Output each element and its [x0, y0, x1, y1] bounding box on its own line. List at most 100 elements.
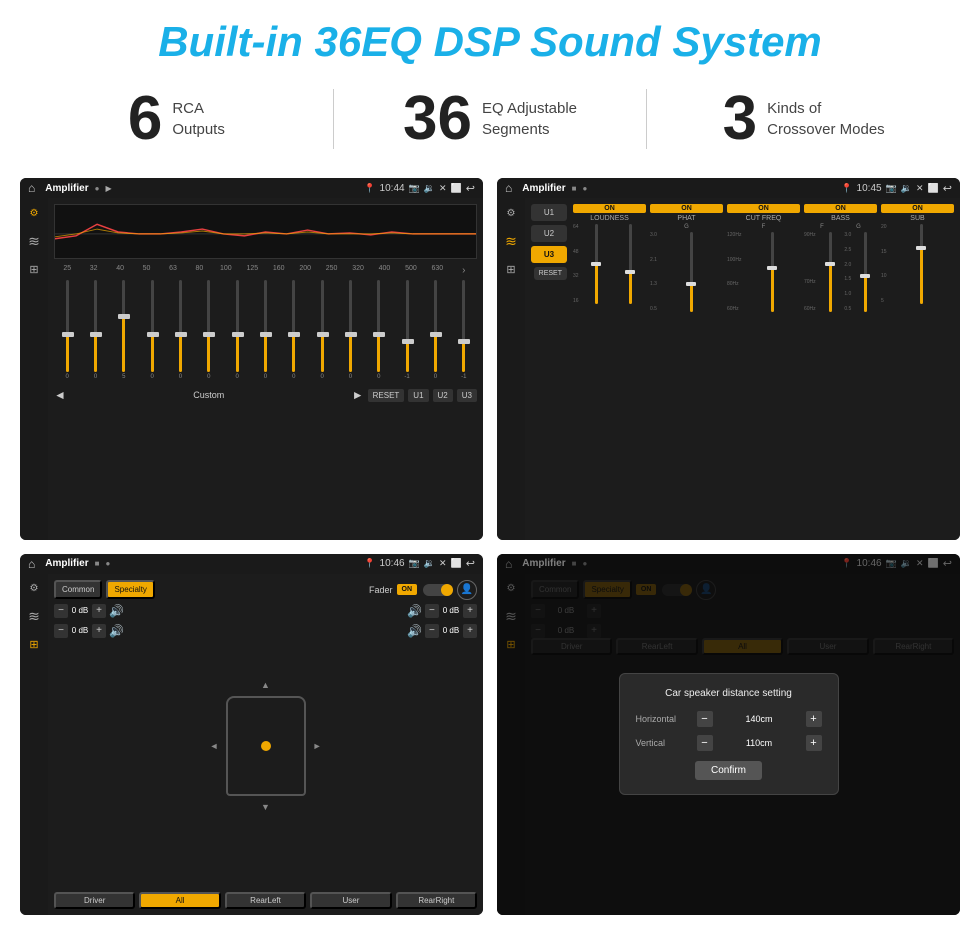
- eq-chevron[interactable]: ›: [451, 265, 477, 276]
- amp-toggle-sub[interactable]: ON: [881, 204, 954, 213]
- fader-home-icon[interactable]: ⌂: [28, 557, 35, 571]
- amp-slider-bass-1[interactable]: [819, 232, 842, 312]
- eq-close-icon[interactable]: ✕: [439, 183, 447, 194]
- fader-arrow-down[interactable]: ▼: [261, 802, 270, 812]
- eq-slider-8[interactable]: 0: [281, 280, 307, 380]
- fader-arrow-up[interactable]: ▲: [261, 680, 270, 690]
- vol-fl-plus[interactable]: +: [92, 604, 106, 618]
- eq-slider-14[interactable]: -1: [451, 280, 477, 380]
- vol-rr-plus[interactable]: +: [463, 624, 477, 638]
- eq-slider-11[interactable]: 0: [366, 280, 392, 380]
- amp-toggle-cutfreq[interactable]: ON: [727, 204, 800, 213]
- amp-slider-loudness-2[interactable]: [615, 224, 646, 304]
- eq-slider-7[interactable]: 0: [252, 280, 278, 380]
- amp-slider-bass-2[interactable]: [854, 232, 877, 312]
- eq-screen-icon[interactable]: ⬜: [451, 183, 462, 194]
- screen-eq: ⌂ Amplifier ● ▶ 📍 10:44 📷 🔉 ✕ ⬜ ↩ ⚙ ≋: [20, 178, 483, 540]
- amp-slider-phat[interactable]: [660, 232, 723, 312]
- fader-sidebar-wave[interactable]: ≋: [25, 608, 43, 626]
- eq-u1-btn[interactable]: U1: [408, 389, 428, 402]
- eq-slider-6[interactable]: 0: [224, 280, 250, 380]
- speaker-dialog-vertical-val: 110cm: [719, 738, 800, 748]
- fader-arrow-left[interactable]: ◄: [210, 741, 219, 751]
- fader-toggle[interactable]: ON: [397, 584, 418, 595]
- eq-reset-btn[interactable]: RESET: [368, 389, 405, 402]
- amp-toggle-bass[interactable]: ON: [804, 204, 877, 213]
- fader-btn-all[interactable]: All: [139, 892, 220, 909]
- amp-reset-btn[interactable]: RESET: [534, 267, 567, 280]
- amp-preset-u3[interactable]: U3: [531, 246, 567, 263]
- eq-slider-0[interactable]: 0: [54, 280, 80, 380]
- vol-fr-minus[interactable]: −: [425, 604, 439, 618]
- eq-sidebar-speaker[interactable]: ⊞: [25, 260, 43, 278]
- feature-item-eq: 36 EQ Adjustable Segments: [334, 88, 647, 150]
- vol-rr-minus[interactable]: −: [425, 624, 439, 638]
- fader-tab-specialty[interactable]: Specialty: [106, 580, 154, 599]
- speaker-dialog-horizontal-label: Horizontal: [636, 714, 691, 724]
- eq-slider-3[interactable]: 0: [139, 280, 165, 380]
- vol-rl-speaker: 🔊: [109, 624, 124, 638]
- eq-slider-13[interactable]: 0: [422, 280, 448, 380]
- eq-sidebar-wave[interactable]: ≋: [25, 232, 43, 250]
- speaker-dialog-vertical-plus[interactable]: +: [806, 735, 822, 751]
- eq-home-icon[interactable]: ⌂: [28, 181, 35, 195]
- fader-close-icon[interactable]: ✕: [439, 558, 447, 569]
- amp-toggle-phat[interactable]: ON: [650, 204, 723, 213]
- eq-next-arrow[interactable]: ►: [352, 388, 364, 402]
- amp-screen-body: ⚙ ≋ ⊞ U1 U2 U3 RESET: [497, 198, 960, 540]
- fader-camera-icon: 📷: [409, 558, 420, 569]
- eq-slider-9[interactable]: 0: [309, 280, 335, 380]
- amp-close-icon[interactable]: ✕: [916, 183, 924, 194]
- amp-sidebar-speaker[interactable]: ⊞: [502, 260, 520, 278]
- speaker-dialog-vertical-minus[interactable]: −: [697, 735, 713, 751]
- screen-amp: ⌂ Amplifier ■ ● 📍 10:45 📷 🔉 ✕ ⬜ ↩ ⚙ ≋: [497, 178, 960, 540]
- eq-sidebar-tune[interactable]: ⚙: [25, 204, 43, 222]
- amp-home-icon[interactable]: ⌂: [505, 181, 512, 195]
- amp-sliders-phat: 3.02.11.30.5: [650, 232, 723, 312]
- amp-preset-u2[interactable]: U2: [531, 225, 567, 242]
- fader-btn-rearleft[interactable]: RearLeft: [225, 892, 306, 909]
- amp-screen-icon[interactable]: ⬜: [928, 183, 939, 194]
- vol-rl-minus[interactable]: −: [54, 624, 68, 638]
- eq-slider-5[interactable]: 0: [196, 280, 222, 380]
- speaker-dialog-horizontal-plus[interactable]: +: [806, 711, 822, 727]
- amp-slider-cutfreq[interactable]: [744, 232, 800, 312]
- speaker-dialog-horizontal-minus[interactable]: −: [697, 711, 713, 727]
- speaker-dialog-horizontal-val: 140cm: [719, 714, 800, 724]
- amp-back-icon[interactable]: ↩: [943, 182, 952, 195]
- fader-sidebar-tune[interactable]: ⚙: [25, 580, 43, 598]
- speaker-dialog-confirm-btn[interactable]: Confirm: [695, 761, 762, 780]
- vol-fl-minus[interactable]: −: [54, 604, 68, 618]
- fader-main: − 0 dB + 🔊 − 0 dB + 🔊: [54, 604, 477, 889]
- fader-btn-rearright[interactable]: RearRight: [396, 892, 477, 909]
- eq-u2-btn[interactable]: U2: [433, 389, 453, 402]
- amp-sidebar-tune[interactable]: ⚙: [502, 204, 520, 222]
- eq-label-160: 160: [266, 265, 292, 276]
- vol-fr-plus[interactable]: +: [463, 604, 477, 618]
- amp-slider-sub[interactable]: [890, 224, 954, 304]
- fader-tab-common[interactable]: Common: [54, 580, 102, 599]
- fader-arrow-right[interactable]: ►: [313, 741, 322, 751]
- fader-btn-user[interactable]: User: [310, 892, 391, 909]
- amp-sliders-bass: 90Hz70Hz60Hz 3.02.52.01.51.00.5: [804, 232, 877, 312]
- amp-scale-bass: 90Hz70Hz60Hz: [804, 232, 816, 312]
- amp-sidebar-wave[interactable]: ≋: [502, 232, 520, 250]
- eq-u3-btn[interactable]: U3: [457, 389, 477, 402]
- amp-channel-sub: ON SUB 2015105: [881, 204, 954, 534]
- eq-prev-arrow[interactable]: ◄: [54, 388, 66, 402]
- eq-slider-4[interactable]: 0: [167, 280, 193, 380]
- vol-rl-plus[interactable]: +: [92, 624, 106, 638]
- fader-screen-icon[interactable]: ⬜: [451, 558, 462, 569]
- amp-slider-loudness-1[interactable]: [582, 224, 613, 304]
- fader-btn-driver[interactable]: Driver: [54, 892, 135, 909]
- fader-profile-icon[interactable]: 👤: [457, 580, 477, 600]
- eq-slider-2[interactable]: 5: [111, 280, 137, 380]
- amp-preset-u1[interactable]: U1: [531, 204, 567, 221]
- fader-sidebar-speaker[interactable]: ⊞: [25, 636, 43, 654]
- eq-slider-1[interactable]: 0: [82, 280, 108, 380]
- eq-back-icon[interactable]: ↩: [466, 182, 475, 195]
- fader-back-icon[interactable]: ↩: [466, 557, 475, 570]
- eq-slider-10[interactable]: 0: [337, 280, 363, 380]
- amp-toggle-loudness[interactable]: ON: [573, 204, 646, 213]
- eq-slider-12[interactable]: -1: [394, 280, 420, 380]
